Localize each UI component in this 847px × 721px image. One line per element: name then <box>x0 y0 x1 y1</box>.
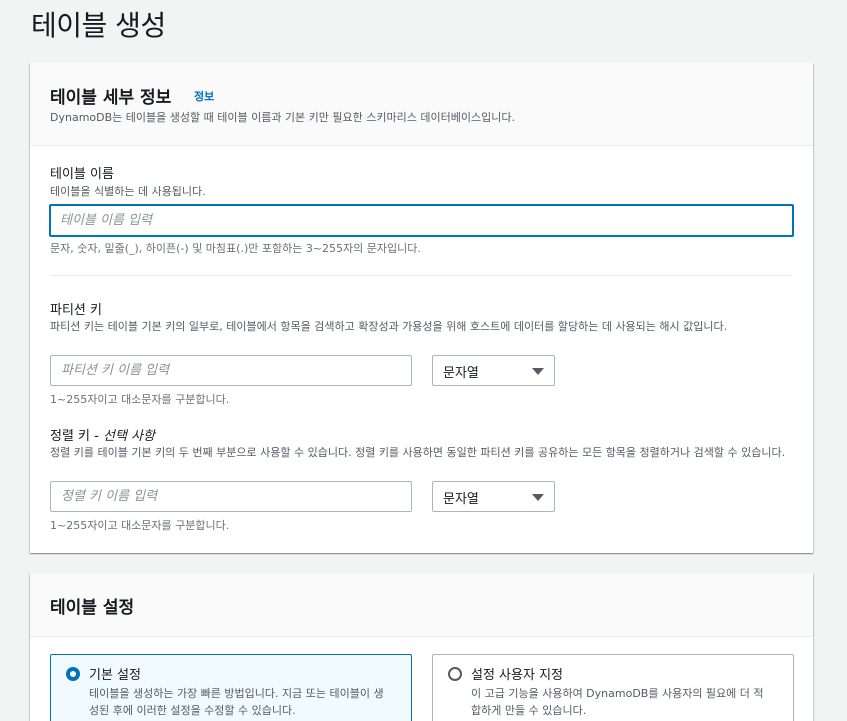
table-details-header: 테이블 세부 정보 정보 DynamoDB는 테이블을 생성할 때 테이블 이름… <box>30 63 813 146</box>
sort-key-optional-text: - 선택 사항 <box>94 429 155 444</box>
table-name-description: 테이블을 식별하는 데 사용됩니다. <box>50 185 206 198</box>
default-settings-description: 테이블을 생성하는 가장 빠른 방법입니다. 지금 또는 테이블이 생성된 후에… <box>89 687 384 717</box>
sort-key-constraint: 1~255자이고 대소문자를 구분합니다. <box>50 519 230 532</box>
sort-key-label: 정렬 키 - 선택 사항 <box>50 425 155 444</box>
table-details-heading: 테이블 세부 정보 <box>50 88 172 108</box>
table-name-input[interactable] <box>49 204 794 237</box>
custom-settings-label: 설정 사용자 지정 <box>471 668 563 683</box>
radio-button-icon[interactable] <box>66 667 80 681</box>
table-name-constraint: 문자, 숫자, 밑줄(_), 하이픈(-) 및 마침표(.)만 포함하는 3~2… <box>50 242 421 255</box>
table-settings-header: 테이블 설정 <box>30 573 813 637</box>
partition-key-label: 파티션 키 <box>50 303 102 318</box>
caret-down-icon <box>532 494 544 501</box>
section-divider <box>50 275 793 276</box>
default-settings-label: 기본 설정 <box>89 668 141 683</box>
sort-key-type-value: 문자열 <box>443 492 479 507</box>
partition-key-description: 파티션 키는 테이블 기본 키의 일부로, 테이블에서 항목을 검색하고 확장성… <box>50 320 728 333</box>
partition-key-input[interactable] <box>50 355 412 386</box>
radio-button-icon[interactable] <box>448 667 462 681</box>
table-details-panel: 테이블 세부 정보 정보 DynamoDB는 테이블을 생성할 때 테이블 이름… <box>30 63 813 553</box>
custom-settings-option[interactable]: 설정 사용자 지정 이 고급 기능을 사용하여 DynamoDB를 사용자의 필… <box>432 654 794 721</box>
info-link[interactable]: 정보 <box>194 88 214 104</box>
table-name-label: 테이블 이름 <box>50 167 114 182</box>
sort-key-label-text: 정렬 키 <box>50 429 91 444</box>
partition-key-type-value: 문자열 <box>443 366 479 381</box>
caret-down-icon <box>532 368 544 375</box>
page-title: 테이블 생성 <box>31 9 166 42</box>
table-settings-panel: 테이블 설정 기본 설정 테이블을 생성하는 가장 빠른 방법입니다. 지금 또… <box>30 573 813 721</box>
table-settings-heading: 테이블 설정 <box>50 598 135 618</box>
table-details-description: DynamoDB는 테이블을 생성할 때 테이블 이름과 기본 키만 필요한 스… <box>50 111 515 124</box>
sort-key-description: 정렬 키를 테이블 기본 키의 두 번째 부분으로 사용할 수 있습니다. 정렬… <box>50 446 786 459</box>
sort-key-input[interactable] <box>50 481 412 512</box>
partition-key-constraint: 1~255자이고 대소문자를 구분합니다. <box>50 393 230 406</box>
default-settings-option[interactable]: 기본 설정 테이블을 생성하는 가장 빠른 방법입니다. 지금 또는 테이블이 … <box>50 654 412 721</box>
partition-key-type-select[interactable]: 문자열 <box>432 355 555 386</box>
sort-key-type-select[interactable]: 문자열 <box>432 481 555 512</box>
custom-settings-description: 이 고급 기능을 사용하여 DynamoDB를 사용자의 필요에 더 적합하게 … <box>471 687 764 717</box>
